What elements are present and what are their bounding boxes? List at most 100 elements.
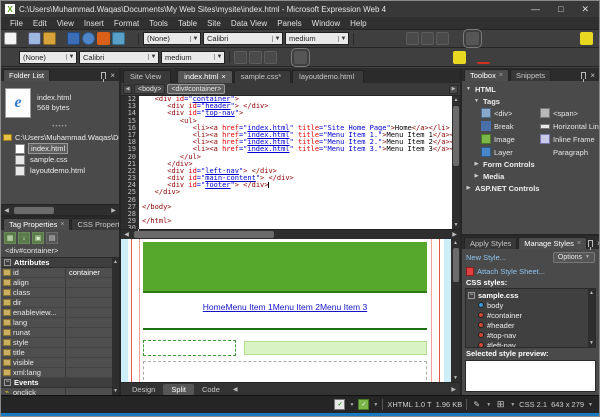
open-folder-icon[interactable] — [43, 32, 56, 45]
style-application-icon[interactable]: ✎ — [471, 399, 482, 410]
pin-icon[interactable] — [588, 240, 593, 247]
code-line[interactable]: 29</html> — [121, 218, 452, 225]
justify-icon[interactable] — [324, 51, 337, 64]
folder-root[interactable]: C:\Users\Muhammad.Waqas\Documents\M — [3, 132, 119, 143]
css-style-item[interactable]: #container — [468, 310, 587, 320]
styles-list-vscrollbar[interactable]: ▲▼ — [588, 289, 595, 347]
toolbox-item[interactable]: Paragraph — [540, 146, 599, 158]
folder-list-hscrollbar[interactable]: ◀ ▶ — [1, 204, 119, 215]
bold-icon[interactable] — [234, 51, 247, 64]
css-style-item[interactable]: #left-nav — [468, 340, 587, 348]
scroll-right-icon[interactable]: ▶ — [449, 85, 458, 94]
document-tab[interactable]: layoutdemo.html — [292, 70, 364, 83]
view-tab[interactable]: Code — [194, 384, 228, 395]
dropdown-arrow-icon[interactable] — [19, 32, 26, 45]
numbered-list-icon[interactable] — [496, 32, 509, 45]
menu-item[interactable]: Panels — [272, 19, 306, 28]
attribute-row[interactable]: enableview... — [1, 308, 112, 318]
close-panel-icon[interactable]: × — [110, 73, 115, 79]
font-dropdown[interactable]: Calibri▼ — [203, 32, 283, 45]
align-right-icon[interactable] — [481, 32, 494, 45]
menu-item[interactable]: Site — [202, 19, 226, 28]
decrease-indent-icon[interactable] — [526, 32, 539, 45]
decrease-indent-icon[interactable] — [399, 51, 412, 64]
style-dropdown-2[interactable]: (None)▼ — [19, 51, 77, 64]
superpreview-icon[interactable] — [97, 32, 110, 45]
toolbox-item[interactable]: Break — [481, 120, 540, 132]
code-error-check-icon[interactable]: ✓ — [334, 399, 345, 410]
attach-stylesheet-link[interactable]: Attach Style Sheet... — [477, 267, 545, 276]
categorized-view-icon[interactable]: ▦ — [4, 232, 16, 244]
attribute-row[interactable]: title — [1, 348, 112, 358]
toolbox-section[interactable]: ▼ Tags — [465, 95, 599, 107]
attribute-row[interactable]: dir — [1, 298, 112, 308]
menu-item[interactable]: Insert — [79, 19, 109, 28]
tab-snippets[interactable]: Snippets — [510, 69, 551, 81]
doctype-indicator[interactable]: XHTML 1.0 T — [387, 400, 431, 409]
font-dropdown-2[interactable]: Calibri▼ — [79, 51, 159, 64]
toolbox-section[interactable]: ▶ Form Controls — [465, 158, 599, 170]
attribute-row[interactable]: style — [1, 338, 112, 348]
align-center-icon[interactable] — [466, 32, 479, 45]
options-button[interactable]: Options▼ — [553, 252, 595, 263]
bold-icon[interactable] — [406, 32, 419, 45]
italic-icon[interactable] — [421, 32, 434, 45]
css-style-item[interactable]: #header — [468, 320, 587, 330]
file-item[interactable]: index.html — [3, 143, 119, 154]
design-footer-block[interactable] — [143, 361, 427, 382]
tab-folder-list[interactable]: Folder List — [3, 69, 50, 81]
breadcrumb-tag[interactable]: <div#container> — [167, 84, 225, 94]
bullet-list-icon[interactable] — [384, 51, 397, 64]
menu-item[interactable]: File — [5, 19, 28, 28]
toolbox-section[interactable]: ▼ HTML — [465, 83, 599, 95]
italic-icon[interactable] — [249, 51, 262, 64]
table-icon[interactable] — [429, 51, 442, 64]
font-size-dropdown[interactable]: medium▼ — [285, 32, 349, 45]
close-button[interactable]: ✕ — [581, 4, 589, 15]
underline-icon[interactable] — [436, 32, 449, 45]
attribute-row[interactable]: align — [1, 278, 112, 288]
dropdown-arrow-icon[interactable] — [571, 32, 578, 45]
css-schema-icon[interactable]: ⊞ — [495, 399, 506, 410]
code-hscrollbar[interactable]: ◀ ▶ — [121, 229, 460, 239]
highlight-icon[interactable] — [580, 32, 593, 45]
scroll-left-icon[interactable]: ◀ — [123, 85, 132, 94]
dimensions-dropdown-icon[interactable]: ▼ — [588, 402, 593, 408]
toolbox-item[interactable]: Image — [481, 133, 540, 145]
tab-apply-styles[interactable]: Apply Styles — [464, 237, 517, 249]
toolbox-section[interactable]: ▶ ASP.NET Controls — [465, 182, 599, 194]
dropdown-arrow-icon[interactable] — [397, 32, 404, 45]
style-application-icon[interactable] — [4, 51, 17, 64]
view-tab[interactable]: Design — [124, 384, 163, 395]
dropdown-arrow-icon[interactable] — [58, 32, 65, 45]
design-view[interactable]: HomeMenu Item 1Menu Item 2Menu Item 3 ▲▼ — [121, 239, 460, 382]
new-page-icon[interactable] — [28, 32, 41, 45]
menu-item[interactable]: Data View — [226, 19, 272, 28]
align-right-icon[interactable] — [309, 51, 322, 64]
css-style-item[interactable]: body — [468, 300, 587, 310]
menu-item[interactable]: Window — [307, 19, 345, 28]
events-section-header[interactable]: −Events — [1, 378, 112, 388]
code-line[interactable]: 30 — [121, 225, 452, 229]
expander-icon[interactable]: − — [468, 292, 475, 299]
code-vscrollbar[interactable]: ▲▼ — [452, 96, 460, 229]
expander-icon[interactable]: ▼ — [465, 86, 472, 92]
pin-icon[interactable] — [101, 72, 106, 79]
document-tab[interactable]: Site View — [123, 70, 171, 83]
tab-tag-properties[interactable]: Tag Properties× — [3, 218, 70, 230]
align-center-icon[interactable] — [294, 51, 307, 64]
css-schema-indicator[interactable]: CSS 2.1 — [519, 400, 547, 409]
font-color-icon[interactable] — [477, 51, 490, 64]
attribute-row[interactable]: class — [1, 288, 112, 298]
align-left-icon[interactable] — [279, 51, 292, 64]
toolbox-item[interactable]: <div> — [481, 107, 540, 119]
underline-icon[interactable] — [264, 51, 277, 64]
code-line[interactable]: 25 </div> — [121, 189, 452, 196]
expander-icon[interactable]: ▼ — [473, 98, 480, 104]
expander-icon[interactable]: ▶ — [465, 185, 472, 191]
view-tab[interactable]: Split — [163, 384, 194, 395]
preview-icon[interactable] — [82, 32, 95, 45]
toolbox-item[interactable]: Layer — [481, 146, 540, 158]
font-size-dropdown-2[interactable]: medium▼ — [161, 51, 225, 64]
toolbox-item[interactable]: Inline Frame — [540, 133, 599, 145]
